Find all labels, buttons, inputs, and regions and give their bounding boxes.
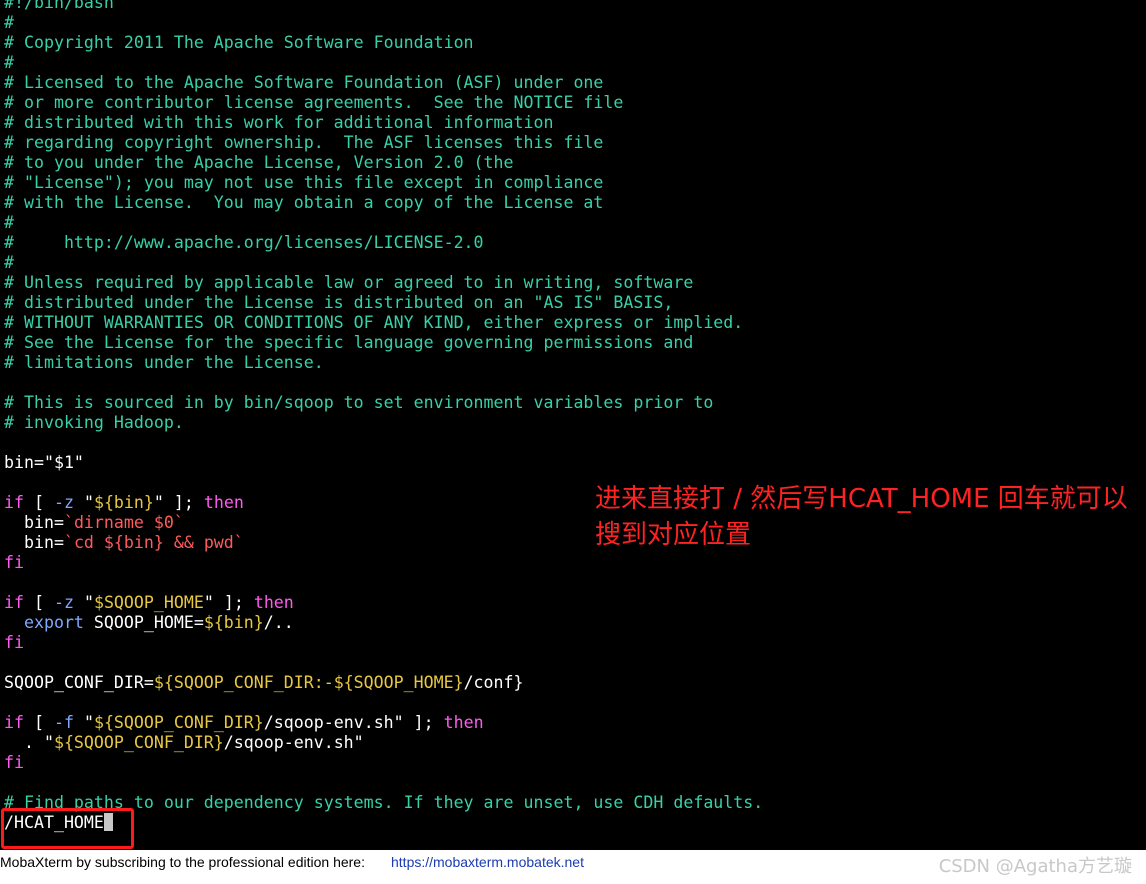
comment-line: # or more contributor license agreements…: [4, 93, 624, 112]
status-message: MobaXterm by subscribing to the professi…: [0, 854, 365, 870]
if-bin-line: if [ -z "${bin}" ]; then: [4, 493, 244, 513]
watermark: CSDN @Agatha方艺璇: [938, 856, 1132, 877]
backtick-command: `dirname $0`: [63, 513, 184, 532]
highlight-box: [1, 808, 134, 849]
code-text: [: [23, 493, 54, 512]
dirname-line: bin=`dirname $0`: [4, 513, 184, 533]
comment-line: # This is sourced in by bin/sqoop to set…: [4, 393, 714, 412]
variable: ${SQOOP_CONF_DIR}: [53, 733, 224, 752]
export-line: export SQOOP_HOME=${bin}/..: [4, 613, 294, 633]
code-text: . ": [4, 733, 54, 752]
then-keyword: then: [203, 493, 244, 512]
comment-line: #: [4, 53, 14, 72]
comment-line: # distributed under the License is distr…: [4, 293, 674, 312]
if-keyword: if: [4, 713, 24, 732]
code-text: SQOOP_HOME=: [83, 613, 204, 632]
backtick-command: `cd ${bin} && pwd`: [63, 533, 244, 552]
cd-line: bin=`cd ${bin} && pwd`: [4, 533, 244, 553]
terminal-window[interactable]: #!/bin/bash # # Copyright 2011 The Apach…: [0, 0, 1146, 850]
comment-line: # "License"); you may not use this file …: [4, 173, 604, 192]
fi-keyword: fi: [4, 633, 24, 652]
annotation-text: 进来直接打 / 然后写HCAT_HOME 回车就可以搜到对应位置: [595, 484, 1128, 550]
then-keyword: then: [253, 593, 294, 612]
comment-line: #: [4, 213, 14, 232]
source-line: . "${SQOOP_CONF_DIR}/sqoop-env.sh": [4, 733, 364, 753]
fi-keyword: fi: [4, 753, 24, 772]
comment-line: # Copyright 2011 The Apache Software Fou…: [4, 33, 474, 52]
code-text: /..: [263, 613, 294, 632]
code-text: ];: [213, 593, 254, 612]
comment-line: #: [4, 253, 14, 272]
code-text: [: [23, 713, 54, 732]
comment-line: # Unless required by applicable law or a…: [4, 273, 694, 292]
code-text: /sqoop-env.sh": [223, 733, 364, 752]
code-text: /sqoop-env.sh": [263, 713, 404, 732]
test-flag: -z: [53, 493, 74, 512]
bin-assign-line: bin="$1": [4, 453, 84, 472]
variable: ${SQOOP_CONF_DIR:-: [153, 673, 334, 692]
comment-line: #: [4, 13, 14, 32]
quote: ": [83, 593, 94, 612]
export-keyword: export: [23, 613, 84, 632]
comment-line: # invoking Hadoop.: [4, 413, 184, 432]
quote: ": [203, 593, 214, 612]
if-keyword: if: [4, 593, 24, 612]
variable: $SQOOP_HOME: [93, 593, 204, 612]
conf-dir-line: SQOOP_CONF_DIR=${SQOOP_CONF_DIR:-${SQOOP…: [4, 673, 524, 693]
comment-line: # to you under the Apache License, Versi…: [4, 153, 514, 172]
shebang-line: #!/bin/bash: [4, 0, 114, 12]
quote: ": [153, 493, 164, 512]
comment-line: # http://www.apache.org/licenses/LICENSE…: [4, 233, 484, 252]
code-text: SQOOP_CONF_DIR=: [4, 673, 154, 692]
code-text: ];: [163, 493, 204, 512]
comment-line: # distributed with this work for additio…: [4, 113, 554, 132]
test-flag: -f: [53, 713, 74, 732]
variable: ${SQOOP_HOME}: [333, 673, 464, 692]
code-text: [: [23, 593, 54, 612]
variable: ${bin}: [93, 493, 154, 512]
fi-keyword: fi: [4, 553, 24, 572]
comment-line: # with the License. You may obtain a cop…: [4, 193, 604, 212]
code-text: ];: [403, 713, 444, 732]
comment-line: # WITHOUT WARRANTIES OR CONDITIONS OF AN…: [4, 313, 744, 332]
variable: ${bin}: [203, 613, 264, 632]
comment-line: # See the License for the specific langu…: [4, 333, 694, 352]
comment-line: # Licensed to the Apache Software Founda…: [4, 73, 604, 92]
mobaxterm-link[interactable]: https://mobaxterm.mobatek.net: [391, 854, 584, 870]
status-bar: MobaXterm by subscribing to the professi…: [0, 850, 1146, 884]
code-text: bin=: [4, 513, 64, 532]
then-keyword: then: [443, 713, 484, 732]
comment-line: # limitations under the License.: [4, 353, 324, 372]
quote: ": [83, 493, 94, 512]
quote: ": [83, 713, 94, 732]
test-flag: -z: [53, 593, 74, 612]
code-text: /conf}: [463, 673, 524, 692]
if-sqoop-home-line: if [ -z "$SQOOP_HOME" ]; then: [4, 593, 294, 613]
if-keyword: if: [4, 493, 24, 512]
if-conf-line: if [ -f "${SQOOP_CONF_DIR}/sqoop-env.sh"…: [4, 713, 484, 733]
variable: ${SQOOP_CONF_DIR}: [93, 713, 264, 732]
code-text: bin=: [4, 533, 64, 552]
comment-line: # regarding copyright ownership. The ASF…: [4, 133, 604, 152]
